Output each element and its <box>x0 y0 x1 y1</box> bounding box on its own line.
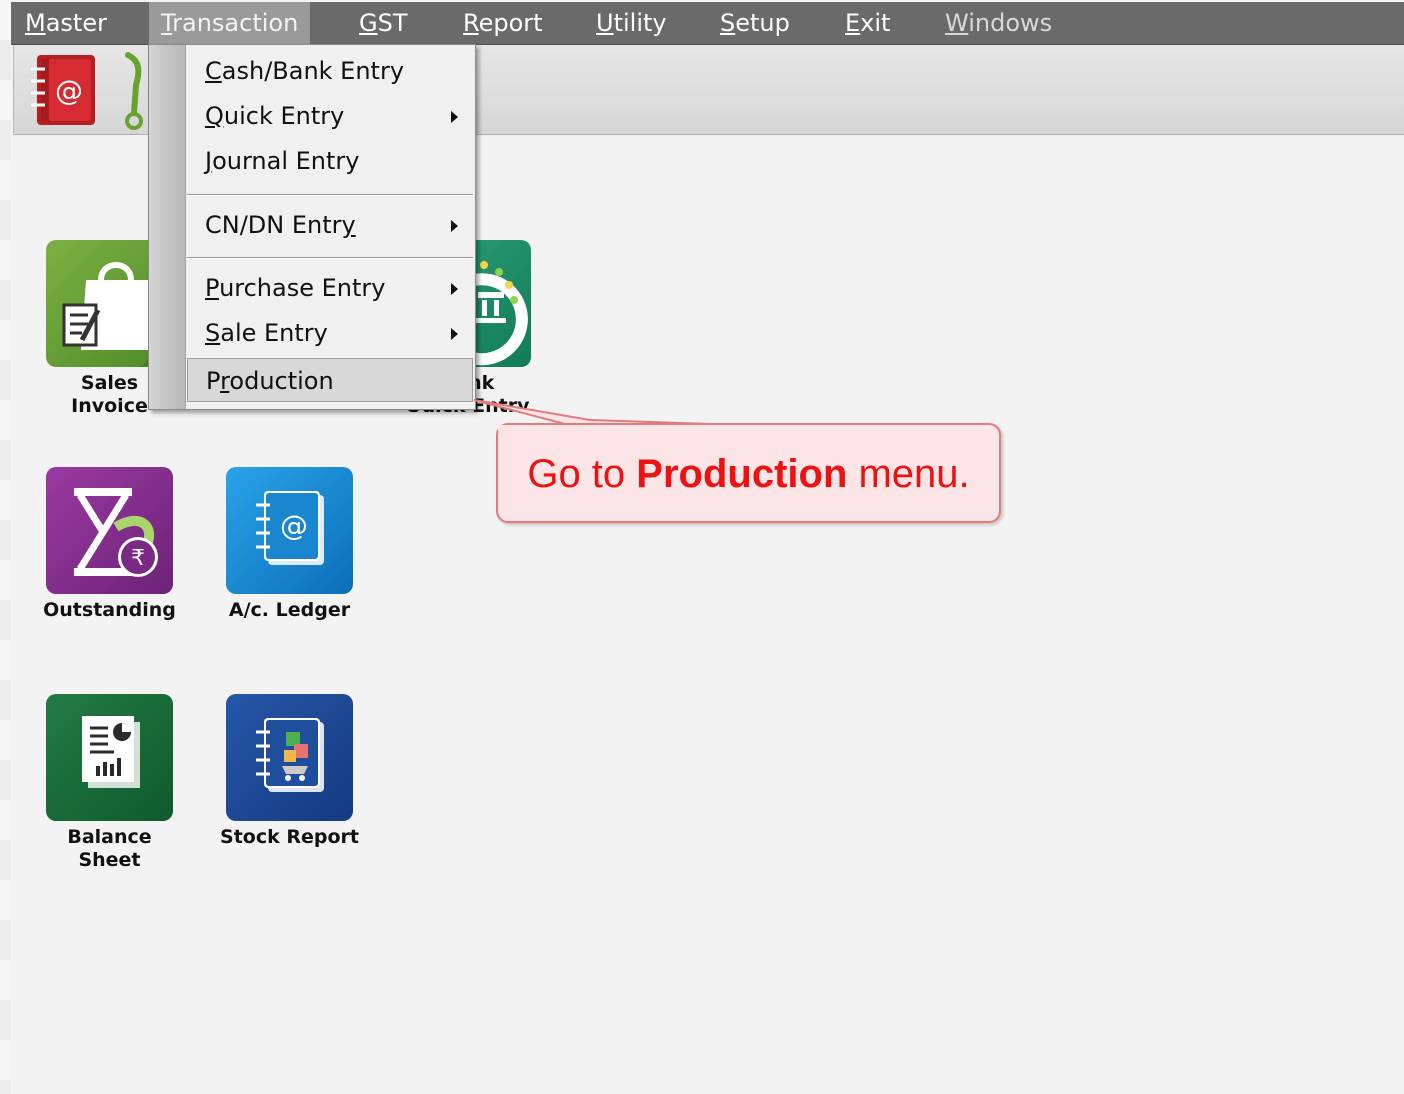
stock-report-icon <box>256 718 324 792</box>
balance-sheet-label: Balance Sheet <box>67 826 152 871</box>
menu-item-cash-bank-entry[interactable]: Cash/Bank Entry <box>187 49 473 93</box>
instruction-callout: Go to Production menu. <box>496 423 1001 523</box>
menu-bar: Master Transaction GST Report Utility Se… <box>11 2 1404 45</box>
menu-report[interactable]: Report <box>451 2 555 44</box>
submenu-arrow-icon <box>451 283 458 295</box>
callout-text: Go to Production menu. <box>527 452 970 496</box>
outstanding-tile[interactable]: ₹ <box>46 467 173 594</box>
menu-item-journal-entry[interactable]: Journal Entry <box>187 139 473 183</box>
menu-icon-gutter <box>149 45 186 409</box>
ac-ledger-label: A/c. Ledger <box>228 599 351 621</box>
menu-gst[interactable]: GST <box>347 2 420 44</box>
menu-item-quick-entry[interactable]: Quick Entry <box>187 94 473 138</box>
svg-text:₹: ₹ <box>131 546 145 571</box>
menu-item-production[interactable]: Production <box>187 358 473 402</box>
submenu-arrow-icon <box>451 220 458 232</box>
stock-report-tile[interactable] <box>226 694 353 821</box>
menu-item-purchase-entry[interactable]: Purchase Entry <box>187 266 473 310</box>
ledger-book-icon: @ <box>256 491 324 565</box>
balance-sheet-tile[interactable] <box>46 694 173 821</box>
svg-text:@: @ <box>280 509 308 542</box>
menu-item-sale-entry[interactable]: Sale Entry <box>187 311 473 355</box>
submenu-arrow-icon <box>451 111 458 123</box>
balance-sheet-icon <box>82 716 140 788</box>
menu-transaction[interactable]: Transaction <box>149 2 311 44</box>
stock-report-label: Stock Report <box>220 826 359 848</box>
menu-exit[interactable]: Exit <box>833 2 902 44</box>
outstanding-label: Outstanding <box>43 599 176 621</box>
transaction-dropdown-menu: Cash/Bank Entry Quick Entry Journal Entr… <box>148 44 476 410</box>
svg-text:@: @ <box>55 74 83 107</box>
menu-setup[interactable]: Setup <box>708 2 802 44</box>
address-book-icon[interactable]: @ <box>27 53 99 131</box>
menu-master[interactable]: Master <box>13 2 119 44</box>
menu-windows[interactable]: Windows <box>933 2 1064 44</box>
ac-ledger-tile[interactable]: @ <box>226 467 353 594</box>
callout-seam <box>498 425 618 431</box>
submenu-arrow-icon <box>451 328 458 340</box>
hourglass-rupee-icon: ₹ <box>74 488 158 577</box>
menu-separator <box>187 194 473 196</box>
menu-separator <box>187 257 473 259</box>
menu-item-cn-dn-entry[interactable]: CN/DN Entry <box>187 203 473 247</box>
left-edge-strip <box>0 0 11 1094</box>
menu-utility[interactable]: Utility <box>584 2 679 44</box>
